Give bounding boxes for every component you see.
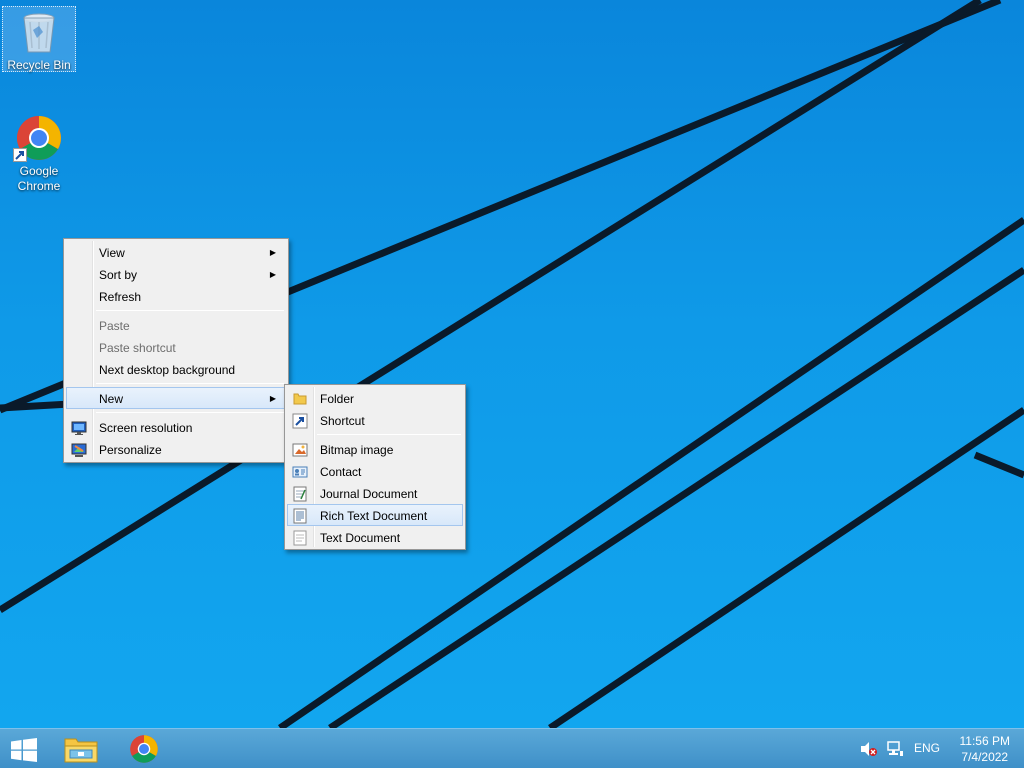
menu-item-personalize[interactable]: Personalize <box>66 438 286 460</box>
contact-icon <box>292 464 308 480</box>
rich-text-document-icon <box>292 508 308 524</box>
screen-resolution-icon <box>71 420 87 436</box>
shortcut-icon <box>292 413 308 429</box>
start-button[interactable] <box>0 729 48 768</box>
desktop-context-menu: View ▶ Sort by ▶ Refresh Paste Paste sho… <box>63 238 289 463</box>
menu-item-label: Text Document <box>320 531 401 545</box>
menu-item-label: Contact <box>320 465 362 479</box>
menu-item-paste-shortcut: Paste shortcut <box>66 336 286 358</box>
chrome-icon <box>129 734 159 767</box>
menu-item-label: Paste shortcut <box>99 341 176 355</box>
taskbar: ENG 11:56 PM 7/4/2022 <box>0 728 1024 768</box>
menu-item-label: Shortcut <box>320 414 365 428</box>
menu-separator <box>96 310 284 311</box>
menu-item-shortcut[interactable]: Shortcut <box>287 409 463 431</box>
menu-item-sort-by[interactable]: Sort by ▶ <box>66 263 286 285</box>
menu-item-label: Screen resolution <box>99 421 193 435</box>
network-icon[interactable] <box>886 741 904 757</box>
windows-logo-icon <box>11 738 37 765</box>
submenu-arrow-icon: ▶ <box>269 248 276 257</box>
menu-item-next-desktop-background[interactable]: Next desktop background <box>66 358 286 380</box>
menu-item-label: Rich Text Document <box>320 509 428 523</box>
shortcut-arrow-icon <box>13 148 27 162</box>
menu-separator <box>96 412 284 413</box>
input-language-indicator[interactable]: ENG <box>914 741 940 755</box>
menu-item-bitmap-image[interactable]: Bitmap image <box>287 438 463 460</box>
menu-item-text-document[interactable]: Text Document <box>287 526 463 548</box>
menu-separator <box>317 434 461 435</box>
desktop[interactable]: Recycle Bin Google Chrome View ▶ Sort by <box>0 0 1024 728</box>
menu-item-folder[interactable]: Folder <box>287 387 463 409</box>
menu-item-label: New <box>99 392 124 406</box>
menu-item-journal-document[interactable]: Journal Document <box>287 482 463 504</box>
menu-item-label: Next desktop background <box>99 363 236 377</box>
desktop-icon-label: Google Chrome <box>17 164 61 193</box>
personalize-icon <box>71 442 87 458</box>
taskbar-clock[interactable]: 11:56 PM 7/4/2022 <box>960 733 1010 765</box>
menu-item-paste: Paste <box>66 314 286 336</box>
menu-item-new[interactable]: New ▶ <box>66 387 286 409</box>
menu-item-label: Refresh <box>99 290 142 304</box>
folder-icon <box>292 391 308 407</box>
menu-item-label: Personalize <box>99 443 162 457</box>
menu-item-screen-resolution[interactable]: Screen resolution <box>66 416 286 438</box>
new-submenu: Folder Shortcut Bitmap image Contact Jou… <box>284 384 466 550</box>
menu-item-label: Folder <box>320 392 355 406</box>
volume-muted-icon[interactable] <box>860 741 878 757</box>
chrome-taskbar-button[interactable] <box>120 729 168 768</box>
trash-bin-icon <box>15 8 63 56</box>
file-explorer-taskbar-button[interactable] <box>56 729 104 768</box>
chrome-icon <box>13 114 63 162</box>
file-explorer-icon <box>64 734 98 767</box>
menu-item-refresh[interactable]: Refresh <box>66 285 286 307</box>
menu-separator <box>96 383 284 384</box>
menu-item-view[interactable]: View ▶ <box>66 241 286 263</box>
menu-item-label: Bitmap image <box>320 443 394 457</box>
journal-document-icon <box>292 486 308 502</box>
menu-item-label: View <box>99 246 125 260</box>
bitmap-image-icon <box>292 442 308 458</box>
menu-item-rich-text-document[interactable]: Rich Text Document <box>287 504 463 526</box>
submenu-arrow-icon: ▶ <box>269 394 276 403</box>
menu-item-label: Sort by <box>99 268 138 282</box>
clock-date: 7/4/2022 <box>961 750 1009 764</box>
clock-time: 11:56 PM <box>959 734 1010 748</box>
menu-item-label: Paste <box>99 319 130 333</box>
desktop-icon-label: Recycle Bin <box>7 58 71 72</box>
text-document-icon <box>292 530 308 546</box>
google-chrome-shortcut[interactable]: Google Chrome <box>2 110 76 194</box>
menu-item-contact[interactable]: Contact <box>287 460 463 482</box>
menu-item-label: Journal Document <box>320 487 418 501</box>
submenu-arrow-icon: ▶ <box>269 270 276 279</box>
recycle-bin-icon[interactable]: Recycle Bin <box>2 6 76 72</box>
